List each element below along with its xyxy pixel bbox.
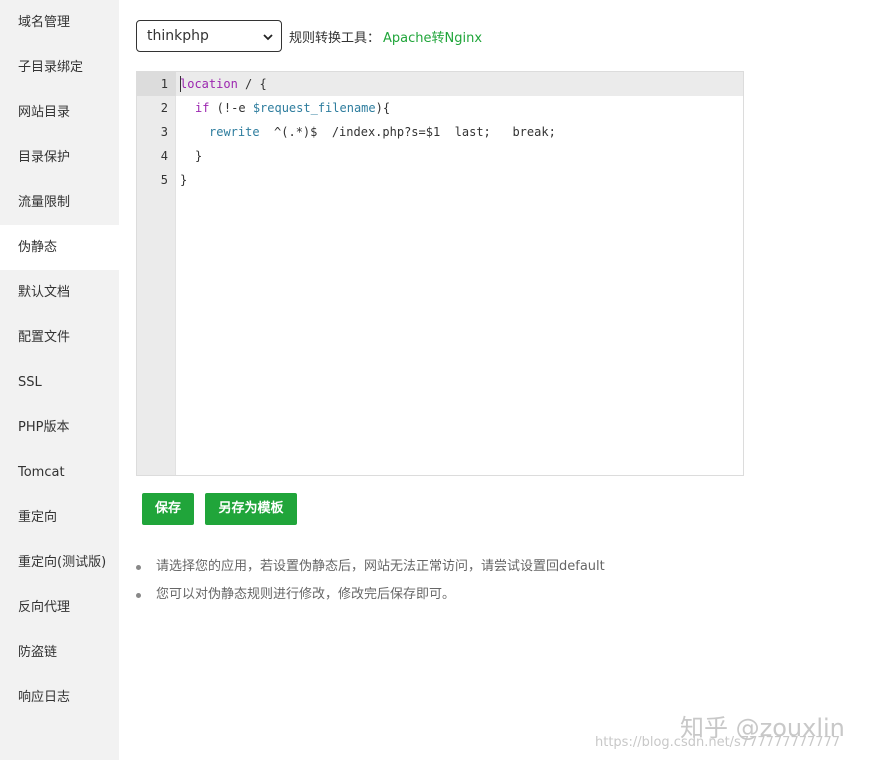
code-line-3: rewrite ^(.*)$ /index.php?s=$1 last; bre… [209,120,556,144]
code-text: (!-e [209,101,253,115]
save-as-template-button[interactable]: 另存为模板 [205,493,297,525]
sidebar-item-php-version[interactable]: PHP版本 [0,405,119,450]
sidebar-nav: 域名管理 子目录绑定 网站目录 目录保护 流量限制 伪静态 默认文档 配置文件 … [0,0,119,760]
tip-text: 您可以对伪静态规则进行修改，修改完后保存即可。 [156,587,456,602]
chevron-down-icon [263,34,273,41]
code-keyword: location [180,77,238,91]
code-line-5: } [180,173,188,187]
line-number-gutter: 1 2 3 4 5 [137,72,176,475]
code-text: ){ [375,101,391,115]
help-tips: 请选择您的应用，若设置伪静态后，网站无法正常访问，请尝试设置回default 您… [136,557,605,613]
sidebar-item-hotlink-protection[interactable]: 防盗链 [0,630,119,675]
rewrite-template-selected: thinkphp [147,28,209,44]
rewrite-template-select[interactable]: thinkphp [136,20,282,52]
tip-item: 请选择您的应用，若设置伪静态后，网站无法正常访问，请尝试设置回default [136,557,605,585]
code-text: / { [237,77,267,91]
sidebar-item-site-directory[interactable]: 网站目录 [0,90,119,135]
sidebar-item-ssl[interactable]: SSL [0,360,119,405]
code-line-4: } [195,149,203,163]
rule-converter-label: 规则转换工具： [289,31,381,46]
code-editor[interactable]: 1 2 3 4 5 location / { if (!-e $request_… [136,71,744,476]
bullet-icon [136,593,141,598]
save-button[interactable]: 保存 [142,493,194,525]
sidebar-item-response-log[interactable]: 响应日志 [0,675,119,720]
sidebar-item-default-document[interactable]: 默认文档 [0,270,119,315]
tip-item: 您可以对伪静态规则进行修改，修改完后保存即可。 [136,585,605,613]
watermark-url: https://blog.csdn.net/s777777777777 [595,735,841,750]
sidebar-item-directory-protection[interactable]: 目录保护 [0,135,119,180]
sidebar-item-config-file[interactable]: 配置文件 [0,315,119,360]
code-keyword: if [195,101,210,115]
sidebar-item-rewrite[interactable]: 伪静态 [0,225,119,270]
sidebar-item-traffic-limit[interactable]: 流量限制 [0,180,119,225]
code-line-1: location / { [180,72,267,96]
sidebar-item-redirect[interactable]: 重定向 [0,495,119,540]
code-variable: $request_filename [252,101,376,115]
sidebar-item-reverse-proxy[interactable]: 反向代理 [0,585,119,630]
sidebar-item-tomcat[interactable]: Tomcat [0,450,119,495]
code-function: rewrite [209,125,260,139]
tip-text: 请选择您的应用，若设置伪静态后，网站无法正常访问，请尝试设置回default [156,559,605,574]
line-number: 4 [160,149,168,163]
code-text: ^(.*)$ /index.php?s=$1 last; break; [259,125,556,139]
bullet-icon [136,565,141,570]
sidebar-item-domain-management[interactable]: 域名管理 [0,0,119,45]
code-line-2: if (!-e $request_filename){ [195,96,390,120]
sidebar-item-redirect-beta[interactable]: 重定向(测试版) [0,540,119,585]
line-number: 3 [160,125,168,139]
line-number: 2 [160,101,168,115]
apache-to-nginx-link[interactable]: Apache转Nginx [383,27,482,46]
sidebar-item-subdirectory-binding[interactable]: 子目录绑定 [0,45,119,90]
line-number: 5 [160,173,168,187]
line-number: 1 [160,77,168,91]
